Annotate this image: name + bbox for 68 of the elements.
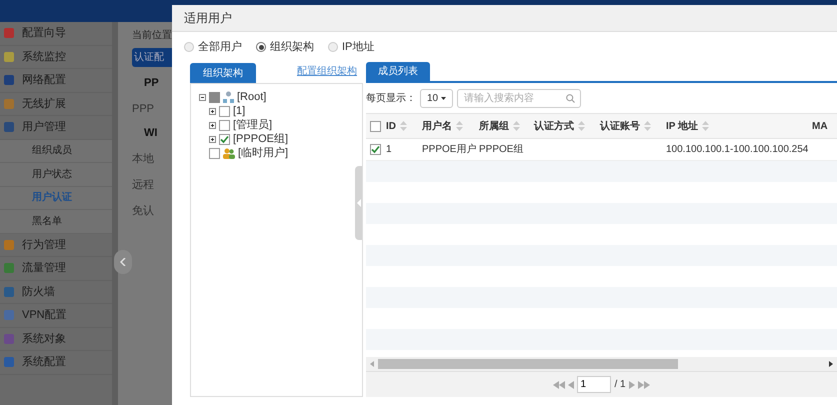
table-cell-text: PPPOE用户 bbox=[422, 142, 476, 157]
checkbox[interactable] bbox=[370, 144, 381, 155]
table-cell-text: 1 bbox=[386, 143, 392, 157]
next-page-icon[interactable] bbox=[628, 380, 635, 388]
column-header[interactable]: IP 地址 bbox=[666, 118, 698, 134]
checkbox[interactable] bbox=[370, 120, 381, 132]
setting-label: 远程 bbox=[132, 178, 154, 193]
column-header[interactable]: MA bbox=[812, 118, 828, 134]
tree-label[interactable]: [管理员] bbox=[233, 116, 272, 134]
checkbox[interactable] bbox=[219, 134, 230, 144]
scroll-right-icon[interactable] bbox=[829, 361, 833, 367]
expand-icon[interactable] bbox=[209, 136, 216, 142]
config-link[interactable]: 配置组织架构 bbox=[297, 64, 363, 83]
sort-icon[interactable] bbox=[644, 121, 651, 131]
collapse-icon[interactable] bbox=[199, 94, 206, 100]
page-size-label: 每页显示： bbox=[366, 92, 416, 106]
sidebar-subitem[interactable]: 黑名单 bbox=[0, 210, 112, 234]
sort-icon[interactable] bbox=[456, 121, 463, 131]
sort-icon[interactable] bbox=[400, 121, 407, 131]
column-header[interactable]: 认证账号 bbox=[600, 118, 640, 134]
panel-handle[interactable] bbox=[355, 166, 362, 240]
checkbox[interactable] bbox=[209, 148, 220, 158]
search-field[interactable]: 请输入搜索内容 bbox=[457, 88, 582, 108]
setting-label: PPP bbox=[132, 102, 154, 117]
scroll-left-icon[interactable] bbox=[370, 361, 374, 367]
tree-label[interactable]: [临时用户] bbox=[238, 144, 288, 162]
tab[interactable]: 组织架构 bbox=[190, 63, 256, 83]
checkbox[interactable] bbox=[209, 92, 220, 102]
tab[interactable]: 成员列表 bbox=[366, 62, 430, 81]
radio-option[interactable]: 组织架构 bbox=[256, 38, 314, 56]
radio-option[interactable]: 全部用户 bbox=[184, 38, 242, 56]
previous-page-icon[interactable] bbox=[568, 380, 574, 388]
sidebar-subitem[interactable]: 组织成员 bbox=[0, 140, 112, 163]
page-size-select[interactable]: 10 bbox=[420, 88, 454, 108]
caret-icon bbox=[441, 96, 446, 100]
collapse-handle[interactable] bbox=[114, 250, 132, 274]
sidebar-subitem[interactable]: 用户状态 bbox=[0, 163, 112, 186]
sort-icon[interactable] bbox=[702, 121, 710, 131]
section-heading: WI bbox=[143, 126, 158, 141]
section-heading: PP bbox=[143, 76, 159, 91]
sort-icon[interactable] bbox=[578, 121, 585, 131]
column-header[interactable]: ID bbox=[386, 118, 396, 134]
expand-icon[interactable] bbox=[209, 108, 216, 114]
scrollbar[interactable] bbox=[366, 357, 837, 371]
table-cell-text: PPPOE组 bbox=[479, 143, 524, 157]
page-total: / 1 bbox=[614, 378, 626, 392]
org-icon bbox=[223, 91, 234, 103]
dialog-title: 适用用户 bbox=[172, 5, 837, 32]
radio-option[interactable]: IP地址 bbox=[328, 38, 374, 56]
table-cell-text: 100.100.100.1-100.100.100.254 bbox=[666, 143, 808, 157]
tree-label[interactable]: [Root] bbox=[237, 88, 266, 106]
users-icon bbox=[223, 148, 235, 158]
column-header[interactable]: 所属组 bbox=[479, 118, 509, 134]
sort-icon[interactable] bbox=[513, 121, 520, 131]
checkbox[interactable] bbox=[219, 120, 230, 130]
expand-icon[interactable] bbox=[209, 122, 216, 128]
column-header[interactable]: 用户名 bbox=[422, 118, 452, 134]
first-page-icon[interactable] bbox=[553, 380, 566, 388]
column-header[interactable]: 认证方式 bbox=[534, 118, 574, 134]
tree-label[interactable]: [PPPOE组] bbox=[233, 130, 288, 148]
breadcrumb: 当前位置 bbox=[132, 28, 172, 43]
page-input[interactable]: 1 bbox=[577, 376, 612, 393]
last-page-icon[interactable] bbox=[638, 380, 650, 388]
tree-label[interactable]: [1] bbox=[233, 102, 246, 120]
checkbox[interactable] bbox=[219, 106, 230, 116]
search-icon bbox=[566, 94, 576, 102]
setting-label: 本地 bbox=[132, 152, 154, 167]
setting-label: 免认 bbox=[132, 204, 154, 219]
